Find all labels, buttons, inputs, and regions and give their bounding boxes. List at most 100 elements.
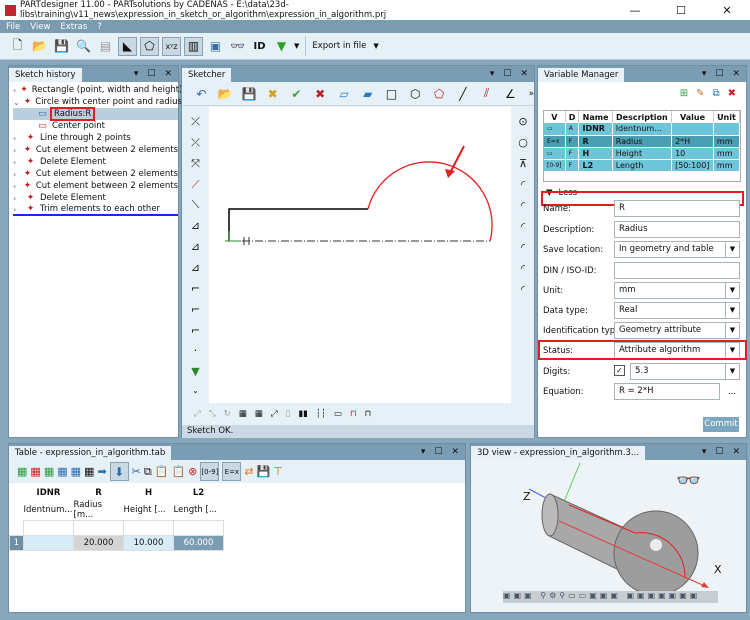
- add-variable-icon[interactable]: ⊞: [680, 88, 688, 104]
- expand-icon[interactable]: ›: [13, 170, 19, 179]
- constraint-icon[interactable]: ⤧: [191, 157, 200, 174]
- dropdown-icon[interactable]: ▾: [490, 69, 495, 79]
- copy-icon[interactable]: ⧉: [144, 465, 152, 479]
- angle-line-icon[interactable]: ∠: [501, 84, 520, 103]
- variable-row[interactable]: ▭ A IDNR Identnum...: [544, 123, 741, 136]
- delete-x-icon[interactable]: ✖: [311, 84, 330, 103]
- constraint-icon[interactable]: ⤫: [191, 115, 200, 132]
- equation-input[interactable]: R = 2*H: [614, 383, 720, 400]
- save-icon[interactable]: 💾: [257, 465, 271, 478]
- save-icon[interactable]: 💾: [240, 84, 259, 103]
- dropdown-icon[interactable]: ▾: [702, 447, 707, 457]
- history-item[interactable]: › ✦ Rectangle (point, width and height): [13, 84, 182, 96]
- constraint-icon[interactable]: ⌐: [191, 324, 200, 341]
- variable-row[interactable]: ▭ F H Height 10 mm: [544, 147, 741, 160]
- maximize-icon[interactable]: ☐: [503, 69, 511, 79]
- history-item[interactable]: ⌄ ✦ Circle with center point and radius: [13, 96, 182, 108]
- grid-view-icon[interactable]: ▥: [184, 36, 203, 56]
- menu-help[interactable]: ?: [97, 22, 102, 32]
- scale-icon[interactable]: ⤢: [271, 409, 278, 419]
- new-file-icon[interactable]: 🗋: [8, 37, 27, 56]
- erase-construction-icon[interactable]: ▰: [358, 84, 377, 103]
- digits-checkbox[interactable]: ✓: [614, 365, 625, 376]
- view-toolbar[interactable]: ▣▣▣ ⚲⚙⚲▭▭▣▣▣ ▣▣▣▣▣▣▣: [503, 591, 718, 603]
- table-view-icon[interactable]: ▤: [96, 37, 115, 56]
- export-in-file-button[interactable]: Export in file: [312, 41, 366, 51]
- column-name[interactable]: R: [74, 485, 124, 500]
- hierarchy-icon[interactable]: ⊤: [273, 465, 283, 478]
- 3d-canvas[interactable]: [471, 460, 746, 612]
- eraser-icon[interactable]: ▱: [335, 84, 354, 103]
- open-folder-icon[interactable]: 📂: [216, 84, 235, 103]
- polygon-n-icon[interactable]: ⬠: [430, 84, 449, 103]
- arc-icon[interactable]: ◜: [521, 199, 525, 216]
- column-header[interactable]: V: [544, 111, 566, 123]
- delete-row-icon[interactable]: ▦: [30, 465, 40, 478]
- column-header[interactable]: Name: [578, 111, 613, 123]
- open-folder-icon[interactable]: 📂: [30, 37, 49, 56]
- array-icon[interactable]: ▦: [239, 409, 247, 419]
- search-icon[interactable]: 🔍: [74, 37, 93, 56]
- constraint-icon[interactable]: ⤫: [191, 136, 200, 153]
- expand-icon[interactable]: ›: [13, 134, 21, 143]
- table-cell[interactable]: 60.000: [173, 535, 224, 551]
- paste-special-icon[interactable]: 📋: [171, 465, 185, 478]
- ident-type-select[interactable]: Geometry attribute ▼: [614, 322, 740, 339]
- hexagon-icon[interactable]: ⬡: [406, 84, 425, 103]
- paste-icon[interactable]: 📋: [155, 465, 169, 478]
- history-item[interactable]: ▭ Center point: [13, 120, 178, 132]
- table-tab[interactable]: Table - expression_in_algorithm.tab: [9, 446, 172, 460]
- more-tools-button[interactable]: »: [529, 89, 534, 99]
- sketch-view-icon[interactable]: ◣: [118, 36, 137, 56]
- arc-icon[interactable]: ◜: [521, 178, 525, 195]
- arc-icon[interactable]: ◜: [521, 220, 525, 237]
- digits-select[interactable]: 5.3 ▼: [630, 363, 740, 380]
- history-item[interactable]: › ✦ Trim elements to each other: [13, 204, 178, 216]
- expand-icon[interactable]: ›: [13, 205, 21, 214]
- maximize-icon[interactable]: ☐: [434, 447, 442, 457]
- insert-below-icon[interactable]: ▦: [71, 465, 81, 478]
- constraint-icon[interactable]: ⟍: [192, 198, 200, 215]
- row-index[interactable]: 1: [9, 535, 24, 551]
- move-icon[interactable]: ⤡: [209, 409, 216, 419]
- column-filter-input[interactable]: [73, 520, 124, 536]
- circle-tangent-icon[interactable]: ⊼: [519, 157, 527, 174]
- close-icon[interactable]: ✕: [451, 447, 459, 457]
- history-item[interactable]: › ✦ Delete Element: [13, 156, 178, 168]
- table-cell[interactable]: 20.000: [73, 535, 124, 551]
- find-icon[interactable]: ▦: [84, 465, 94, 478]
- column-name[interactable]: H: [124, 485, 174, 500]
- arrow-right-icon[interactable]: ➡: [97, 465, 106, 478]
- 3d-glasses-icon[interactable]: 👓: [676, 468, 701, 492]
- column-header[interactable]: Unit: [713, 111, 741, 123]
- description-input[interactable]: Radius: [614, 221, 740, 238]
- bars-icon[interactable]: ▮▮: [298, 409, 307, 419]
- column-filter-input[interactable]: [123, 520, 174, 536]
- move-icon[interactable]: ⤢: [194, 409, 201, 419]
- circle-icon[interactable]: ○: [518, 136, 528, 153]
- insert-above-icon[interactable]: ▦: [57, 465, 67, 478]
- maximize-icon[interactable]: ☐: [147, 69, 155, 79]
- maximize-button[interactable]: ☐: [658, 4, 704, 17]
- column-name[interactable]: L2: [174, 485, 224, 500]
- expand-icon[interactable]: ›: [13, 182, 19, 191]
- menu-extras[interactable]: Extras: [60, 22, 87, 32]
- xyz-view-icon[interactable]: xʸz: [162, 36, 181, 56]
- circle-center-icon[interactable]: ⊙: [518, 115, 527, 132]
- column-name[interactable]: IDNR: [24, 485, 74, 500]
- history-item[interactable]: › ✦ Cut element between 2 elements: [13, 180, 178, 192]
- edit-variable-icon[interactable]: ✎: [696, 88, 704, 104]
- close-button[interactable]: ✕: [704, 4, 750, 17]
- constraint-icon[interactable]: ⟋: [192, 178, 200, 195]
- history-item[interactable]: › ✦ Cut element between 2 elements: [13, 144, 178, 156]
- save-icon[interactable]: 💾: [52, 37, 71, 56]
- parallel-line-icon[interactable]: ⫽: [477, 84, 496, 103]
- column-header[interactable]: D: [565, 111, 580, 123]
- table-cell[interactable]: [23, 535, 74, 551]
- delete-circle-icon[interactable]: ⊗: [188, 465, 197, 478]
- menu-view[interactable]: View: [30, 22, 50, 32]
- column-filter-input[interactable]: [23, 520, 74, 536]
- expand-icon[interactable]: ⌄: [13, 98, 20, 107]
- sketcher-tab[interactable]: Sketcher: [182, 68, 232, 82]
- variable-row[interactable]: E=x F R Radius 2*H mm: [544, 135, 741, 148]
